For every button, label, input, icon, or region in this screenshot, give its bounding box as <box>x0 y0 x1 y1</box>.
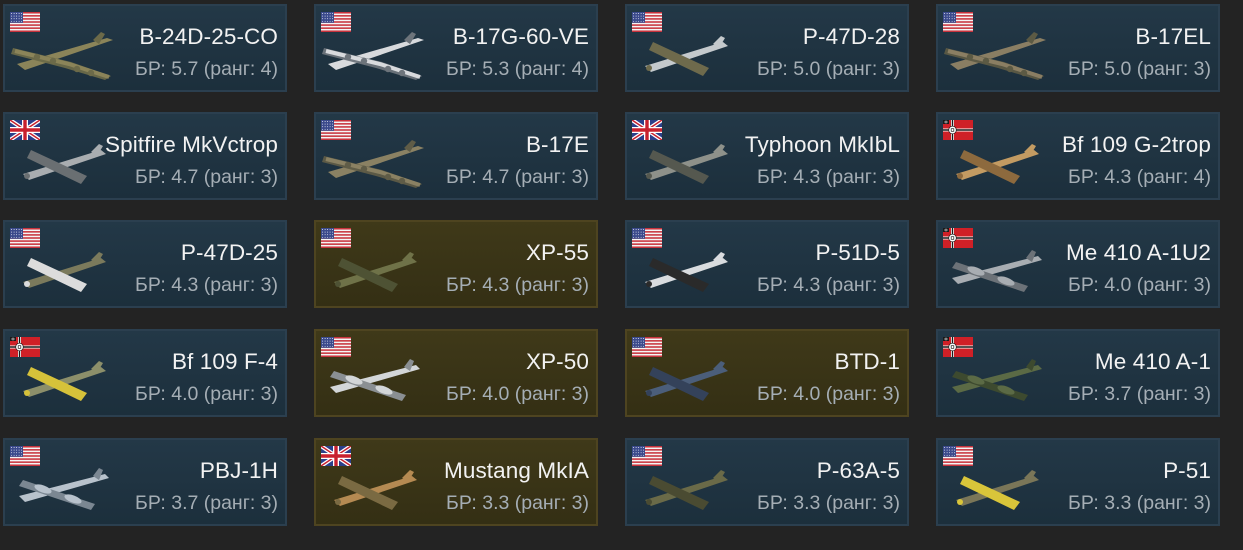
battle-rating: БР: 4.0 (ранг: 3) <box>1068 274 1211 296</box>
vehicle-card[interactable]: B-17EL БР: 5.0 (ранг: 3) <box>936 4 1220 92</box>
vehicle-card[interactable]: B-17G-60-VE БР: 5.3 (ранг: 4) <box>314 4 598 92</box>
vehicle-name: BTD-1 <box>834 349 900 374</box>
battle-rating: БР: 5.7 (ранг: 4) <box>135 58 278 80</box>
battle-rating: БР: 5.0 (ранг: 3) <box>757 58 900 80</box>
vehicle-name: Me 410 A-1 <box>1094 349 1211 374</box>
vehicle-card[interactable]: P-63A-5 БР: 3.3 (ранг: 3) <box>625 438 909 526</box>
battle-rating: БР: 4.0 (ранг: 3) <box>135 383 278 405</box>
vehicle-name: PBJ-1H <box>199 458 278 483</box>
vehicle-card[interactable]: B-17E БР: 4.7 (ранг: 3) <box>314 112 598 200</box>
vehicle-card[interactable]: B-24D-25-CO БР: 5.7 (ранг: 4) <box>3 4 287 92</box>
vehicle-name: P-51D-5 <box>815 240 900 265</box>
vehicle-card[interactable]: Mustang MkIA БР: 3.3 (ранг: 3) <box>314 438 598 526</box>
vehicle-name: B-17G-60-VE <box>452 24 589 49</box>
battle-rating: БР: 3.3 (ранг: 3) <box>446 492 589 514</box>
vehicle-name: Me 410 A-1U2 <box>1065 240 1211 265</box>
vehicle-name: Typhoon MkIbL <box>744 132 900 157</box>
vehicle-card[interactable]: Bf 109 F-4 БР: 4.0 (ранг: 3) <box>3 329 287 417</box>
battle-rating: БР: 5.3 (ранг: 4) <box>446 58 589 80</box>
vehicle-name: XP-55 <box>525 240 589 265</box>
vehicle-name: P-47D-28 <box>802 24 900 49</box>
vehicle-card[interactable]: PBJ-1H БР: 3.7 (ранг: 3) <box>3 438 287 526</box>
battle-rating: БР: 4.7 (ранг: 3) <box>135 166 278 188</box>
vehicle-name: P-51 <box>1163 458 1211 483</box>
vehicle-name: B-17E <box>525 132 589 157</box>
vehicle-name: Bf 109 G-2trop <box>1062 132 1211 157</box>
vehicle-card[interactable]: XP-55 БР: 4.3 (ранг: 3) <box>314 220 598 308</box>
vehicle-card[interactable]: P-51D-5 БР: 4.3 (ранг: 3) <box>625 220 909 308</box>
vehicle-card[interactable]: P-47D-25 БР: 4.3 (ранг: 3) <box>3 220 287 308</box>
vehicle-name: Bf 109 F-4 <box>171 349 278 374</box>
battle-rating: БР: 3.3 (ранг: 3) <box>1068 492 1211 514</box>
battle-rating: БР: 5.0 (ранг: 3) <box>1068 58 1211 80</box>
vehicle-card[interactable]: Me 410 A-1U2 БР: 4.0 (ранг: 3) <box>936 220 1220 308</box>
vehicle-card[interactable]: Spitfire MkVctrop БР: 4.7 (ранг: 3) <box>3 112 287 200</box>
battle-rating: БР: 4.3 (ранг: 3) <box>446 274 589 296</box>
vehicle-card[interactable]: P-47D-28 БР: 5.0 (ранг: 3) <box>625 4 909 92</box>
battle-rating: БР: 3.7 (ранг: 3) <box>1068 383 1211 405</box>
battle-rating: БР: 4.3 (ранг: 3) <box>135 274 278 296</box>
vehicle-card[interactable]: P-51 БР: 3.3 (ранг: 3) <box>936 438 1220 526</box>
vehicle-name: P-63A-5 <box>816 458 900 483</box>
battle-rating: БР: 3.3 (ранг: 3) <box>757 492 900 514</box>
vehicle-name: XP-50 <box>525 349 589 374</box>
battle-rating: БР: 4.3 (ранг: 3) <box>757 166 900 188</box>
vehicle-name: B-24D-25-CO <box>139 24 278 49</box>
battle-rating: БР: 4.3 (ранг: 3) <box>757 274 900 296</box>
battle-rating: БР: 4.0 (ранг: 3) <box>757 383 900 405</box>
vehicle-card[interactable]: BTD-1 БР: 4.0 (ранг: 3) <box>625 329 909 417</box>
vehicle-card[interactable]: Typhoon MkIbL БР: 4.3 (ранг: 3) <box>625 112 909 200</box>
vehicle-card[interactable]: XP-50 БР: 4.0 (ранг: 3) <box>314 329 598 417</box>
vehicle-card[interactable]: Bf 109 G-2trop БР: 4.3 (ранг: 4) <box>936 112 1220 200</box>
battle-rating: БР: 4.7 (ранг: 3) <box>446 166 589 188</box>
battle-rating: БР: 4.3 (ранг: 4) <box>1068 166 1211 188</box>
battle-rating: БР: 3.7 (ранг: 3) <box>135 492 278 514</box>
vehicle-grid: B-24D-25-CO БР: 5.7 (ранг: 4) B-17G-60-VE Б… <box>0 0 1243 550</box>
vehicle-name: Spitfire MkVctrop <box>105 132 278 157</box>
vehicle-name: Mustang MkIA <box>444 458 589 483</box>
battle-rating: БР: 4.0 (ранг: 3) <box>446 383 589 405</box>
vehicle-name: P-47D-25 <box>180 240 278 265</box>
vehicle-name: B-17EL <box>1135 24 1211 49</box>
vehicle-card[interactable]: Me 410 A-1 БР: 3.7 (ранг: 3) <box>936 329 1220 417</box>
